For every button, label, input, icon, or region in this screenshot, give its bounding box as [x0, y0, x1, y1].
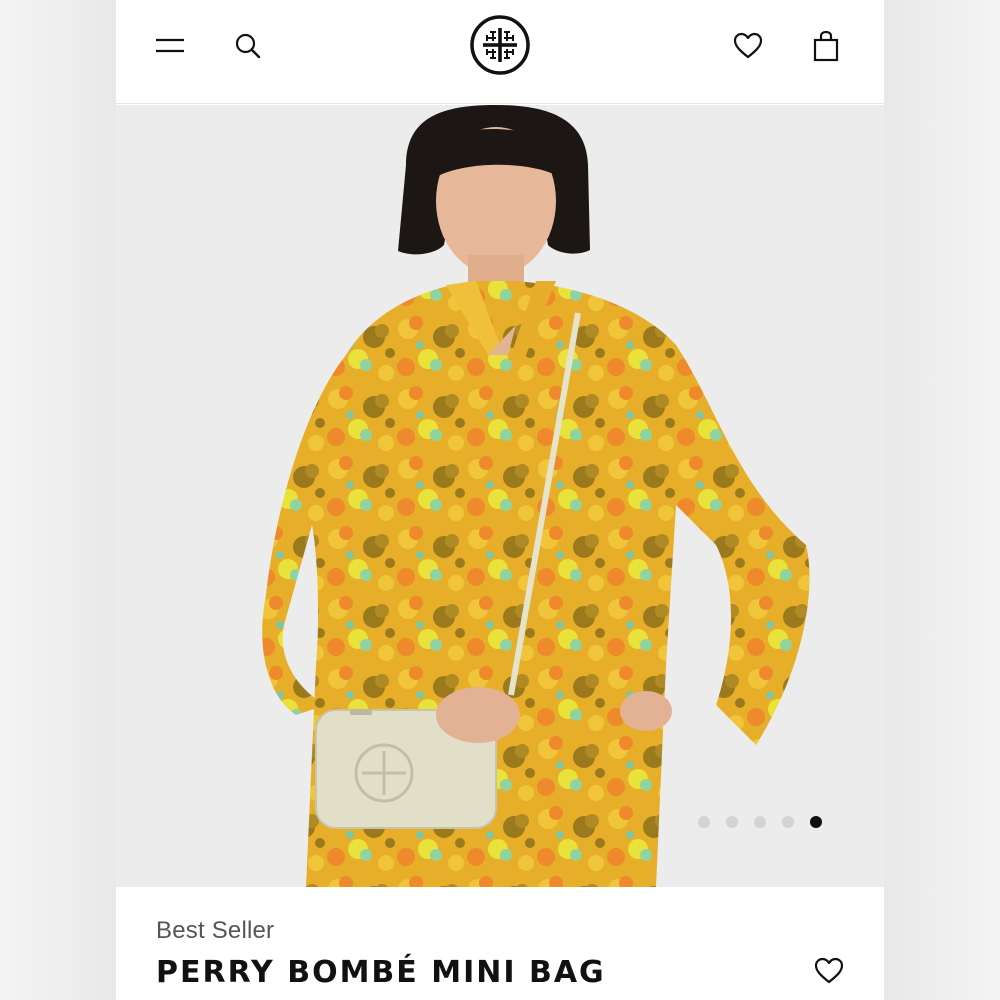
search-button[interactable]: [228, 26, 268, 66]
gallery-dot-2[interactable]: [726, 816, 738, 828]
gallery-dot-1[interactable]: [698, 816, 710, 828]
gallery-dot-4[interactable]: [782, 816, 794, 828]
best-seller-badge: Best Seller: [156, 917, 275, 944]
product-wishlist-button[interactable]: [814, 957, 848, 987]
gallery-dot-5-active[interactable]: [810, 816, 822, 828]
gallery-pagination: [698, 816, 822, 828]
wishlist-button[interactable]: [728, 26, 768, 66]
product-page: Best Seller PERRY BOMBÉ MINI BAG: [116, 0, 884, 1000]
brand-logo[interactable]: [470, 15, 530, 75]
product-image-gallery[interactable]: [116, 105, 884, 887]
search-icon: [235, 33, 261, 59]
product-photo: [116, 105, 884, 887]
menu-button[interactable]: [150, 26, 190, 66]
backdrop-left: [0, 0, 116, 1000]
site-header: [116, 0, 884, 104]
backdrop-right: [884, 0, 1000, 1000]
shopping-bag-icon: [813, 30, 839, 62]
hamburger-menu-icon: [156, 38, 184, 53]
product-info: Best Seller PERRY BOMBÉ MINI BAG: [116, 887, 884, 1000]
product-title: PERRY BOMBÉ MINI BAG: [156, 955, 606, 990]
shopping-bag-button[interactable]: [806, 26, 846, 66]
tory-burch-logo-icon: [470, 15, 530, 75]
gallery-dot-3[interactable]: [754, 816, 766, 828]
heart-icon: [733, 32, 763, 59]
heart-icon: [814, 957, 844, 984]
